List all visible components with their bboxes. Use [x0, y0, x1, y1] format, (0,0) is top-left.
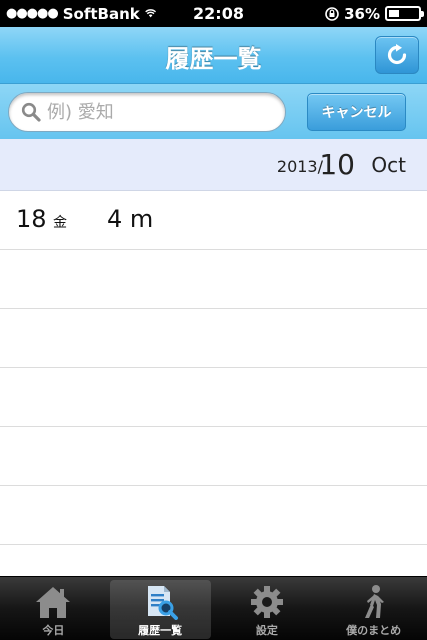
search-icon: [21, 102, 41, 122]
history-list: 18 金 4 m: [0, 191, 427, 576]
cancel-button[interactable]: キャンセル: [307, 93, 406, 131]
home-icon: [36, 587, 71, 618]
header-month: 10: [319, 148, 355, 181]
tab-settings[interactable]: 設定: [214, 577, 321, 640]
carrier-name: SoftBank: [62, 4, 140, 23]
refresh-icon: [387, 44, 407, 65]
gear-icon: [250, 586, 283, 618]
entry-weekday: 金: [53, 215, 67, 231]
refresh-button[interactable]: [375, 36, 419, 74]
search-input[interactable]: [47, 101, 267, 123]
tab-label: 履歴一覧: [138, 624, 183, 637]
rotation-lock-icon: [325, 6, 339, 21]
page-title: 履歴一覧: [165, 45, 262, 73]
history-list-icon: [148, 586, 179, 620]
search-field[interactable]: [8, 92, 286, 132]
header-month-name: Oct: [371, 153, 406, 177]
tab-history[interactable]: 履歴一覧: [107, 577, 214, 640]
tab-label: 設定: [255, 624, 278, 637]
tab-my-summary[interactable]: 僕のまとめ: [320, 577, 427, 640]
tab-bar: 今日 履歴一覧 設定 僕のまとめ: [0, 576, 427, 640]
battery-level: [389, 10, 400, 17]
empty-list-row: [0, 309, 427, 368]
empty-list-row: [0, 250, 427, 309]
list-item[interactable]: 18 金 4 m: [0, 191, 427, 250]
battery-icon: [385, 6, 424, 21]
tab-label: 今日: [42, 624, 65, 637]
tab-label: 僕のまとめ: [346, 624, 402, 637]
empty-list-row: [0, 427, 427, 486]
empty-list-row: [0, 486, 427, 545]
tab-today[interactable]: 今日: [0, 577, 107, 640]
month-section-header: 2013/ 10 Oct: [0, 139, 427, 191]
status-time: 22:08: [193, 4, 244, 23]
empty-list-row: [0, 368, 427, 427]
battery-percent: 36%: [344, 4, 380, 23]
search-bar: キャンセル: [0, 84, 427, 139]
walking-person-icon: [364, 585, 384, 618]
header-year: 2013/: [276, 157, 323, 176]
entry-duration: 4 m: [107, 205, 154, 233]
entry-day: 18: [16, 205, 47, 233]
navigation-bar: 履歴一覧: [0, 27, 427, 84]
status-bar: ●●●●● SoftBank 22:08 36%: [0, 0, 427, 27]
signal-strength-icon: ●●●●●: [6, 6, 59, 21]
